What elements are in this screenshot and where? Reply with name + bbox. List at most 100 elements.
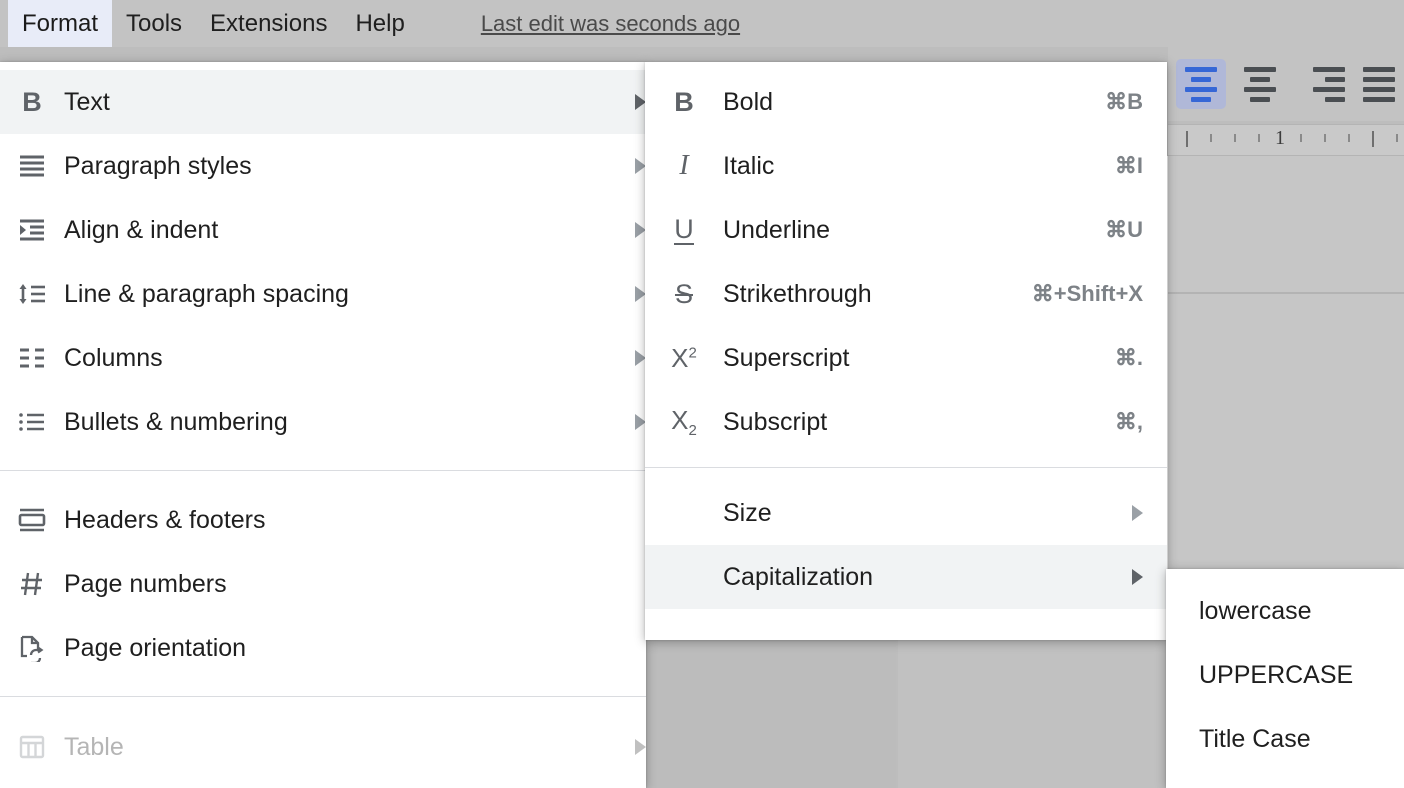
align-indent-icon xyxy=(0,218,64,242)
text-submenu-item-italic[interactable]: I Italic ⌘I xyxy=(645,134,1167,198)
menu-item-label: Subscript xyxy=(723,408,827,437)
format-menu-item-text[interactable]: B Text xyxy=(0,70,646,134)
ruler-tick xyxy=(1210,134,1212,142)
align-justify-icon xyxy=(1363,67,1395,72)
bullets-numbering-icon xyxy=(0,410,64,434)
menu-item-label: Strikethrough xyxy=(723,280,872,309)
menu-item-label: Table xyxy=(64,733,124,762)
menu-item-label: Italic xyxy=(723,152,774,181)
align-left-button[interactable] xyxy=(1176,59,1226,109)
menu-item-label: Capitalization xyxy=(723,563,873,592)
italic-icon: I xyxy=(645,150,723,182)
chevron-right-icon xyxy=(1132,569,1143,585)
menu-item-label: Superscript xyxy=(723,344,849,373)
format-menu-item-headers-footers[interactable]: Headers & footers xyxy=(0,488,646,552)
format-menu-item-align-indent[interactable]: Align & indent xyxy=(0,198,646,262)
align-right-icon xyxy=(1313,67,1345,72)
shortcut-label: ⌘U xyxy=(1105,217,1143,243)
menubar-item-tools[interactable]: Tools xyxy=(112,4,196,44)
menu-item-label: Title Case xyxy=(1199,725,1311,754)
page-orientation-icon xyxy=(0,634,64,662)
ruler-tick xyxy=(1186,131,1188,147)
align-right-button[interactable] xyxy=(1295,59,1345,109)
shortcut-label: ⌘B xyxy=(1105,89,1143,115)
alignment-toolbar xyxy=(1168,47,1404,121)
align-center-button[interactable] xyxy=(1236,59,1286,109)
text-submenu-item-strikethrough[interactable]: S Strikethrough ⌘+Shift+X xyxy=(645,262,1167,326)
format-menu-item-line-paragraph-spacing[interactable]: Line & paragraph spacing xyxy=(0,262,646,326)
menubar-item-format[interactable]: Format xyxy=(8,0,112,47)
menu-bar: Format Tools Extensions Help Last edit w… xyxy=(0,0,1404,47)
text-submenu-item-subscript[interactable]: X2 Subscript ⌘, xyxy=(645,390,1167,454)
ruler-tick xyxy=(1258,134,1260,142)
shortcut-label: ⌘+Shift+X xyxy=(1032,281,1143,307)
chevron-right-icon xyxy=(635,739,646,755)
shortcut-label: ⌘. xyxy=(1115,345,1143,371)
menu-item-label: Bullets & numbering xyxy=(64,408,288,437)
format-menu-panel: B Text Paragraph styles xyxy=(0,62,646,788)
format-menu-item-page-numbers[interactable]: Page numbers xyxy=(0,552,646,616)
format-menu-item-columns[interactable]: Columns xyxy=(0,326,646,390)
text-submenu-item-bold[interactable]: B Bold ⌘B xyxy=(645,70,1167,134)
menu-item-label: Paragraph styles xyxy=(64,152,252,181)
menu-item-label: Columns xyxy=(64,344,163,373)
menu-item-label: Page orientation xyxy=(64,634,246,663)
capitalization-item-uppercase[interactable]: UPPERCASE xyxy=(1166,643,1404,707)
text-submenu-panel: B Bold ⌘B I Italic ⌘I U Underline ⌘U S S… xyxy=(645,62,1167,640)
subscript-icon: X2 xyxy=(645,405,723,439)
menubar-item-help[interactable]: Help xyxy=(341,4,418,44)
format-menu-item-paragraph-styles[interactable]: Paragraph styles xyxy=(0,134,646,198)
page-edge-line xyxy=(1168,292,1404,294)
last-edit-status[interactable]: Last edit was seconds ago xyxy=(481,11,740,37)
align-center-icon xyxy=(1244,67,1276,72)
text-submenu-item-capitalization[interactable]: Capitalization xyxy=(645,545,1167,609)
document-page-gray-left xyxy=(644,634,896,788)
format-menu-item-bullets-numbering[interactable]: Bullets & numbering xyxy=(0,390,646,454)
capitalization-submenu-panel: lowercase UPPERCASE Title Case xyxy=(1166,569,1404,788)
headers-footers-icon xyxy=(0,508,64,532)
text-submenu-item-underline[interactable]: U Underline ⌘U xyxy=(645,198,1167,262)
ruler-tick xyxy=(1348,134,1350,142)
menubar-item-extensions[interactable]: Extensions xyxy=(196,4,341,44)
strikethrough-icon: S xyxy=(645,279,723,310)
line-spacing-icon xyxy=(0,282,64,306)
menu-item-label: Size xyxy=(723,499,772,528)
menu-item-label: Page numbers xyxy=(64,570,227,599)
superscript-icon: X2 xyxy=(645,343,723,374)
table-icon xyxy=(0,734,64,760)
menu-item-label: Line & paragraph spacing xyxy=(64,280,349,309)
app-root: Format Tools Extensions Help Last edit w… xyxy=(0,0,1404,788)
menu-item-label: lowercase xyxy=(1199,597,1312,626)
bold-icon: B xyxy=(645,87,723,118)
ruler-tick xyxy=(1396,134,1398,142)
ruler-tick xyxy=(1300,134,1302,142)
ruler-tick xyxy=(1234,134,1236,142)
chevron-right-icon xyxy=(1132,505,1143,521)
ruler-number: 1 xyxy=(1275,127,1285,150)
document-ruler[interactable]: 1 xyxy=(1168,124,1404,156)
capitalization-item-lowercase[interactable]: lowercase xyxy=(1166,579,1404,643)
align-left-icon xyxy=(1185,67,1217,72)
document-page-gray-right xyxy=(898,634,1198,788)
columns-icon xyxy=(0,346,64,370)
format-menu-item-page-orientation[interactable]: Page orientation xyxy=(0,616,646,680)
bold-b-icon: B xyxy=(0,87,64,118)
align-justify-button[interactable] xyxy=(1355,59,1404,109)
menu-item-label: Bold xyxy=(723,88,773,117)
menu-item-label: Headers & footers xyxy=(64,506,266,535)
text-submenu-item-size[interactable]: Size xyxy=(645,481,1167,545)
ruler-tick xyxy=(1372,131,1374,147)
ruler-tick xyxy=(1324,134,1326,142)
menu-item-label: UPPERCASE xyxy=(1199,661,1353,690)
menu-item-label: Text xyxy=(64,88,110,117)
shortcut-label: ⌘I xyxy=(1115,153,1143,179)
paragraph-styles-icon xyxy=(0,154,64,178)
hash-icon xyxy=(0,571,64,597)
underline-icon: U xyxy=(645,215,723,245)
format-menu-item-table[interactable]: Table xyxy=(0,715,646,779)
text-submenu-item-superscript[interactable]: X2 Superscript ⌘. xyxy=(645,326,1167,390)
menu-item-label: Underline xyxy=(723,216,830,245)
menu-item-label: Align & indent xyxy=(64,216,218,245)
capitalization-item-title-case[interactable]: Title Case xyxy=(1166,707,1404,771)
shortcut-label: ⌘, xyxy=(1115,409,1143,435)
